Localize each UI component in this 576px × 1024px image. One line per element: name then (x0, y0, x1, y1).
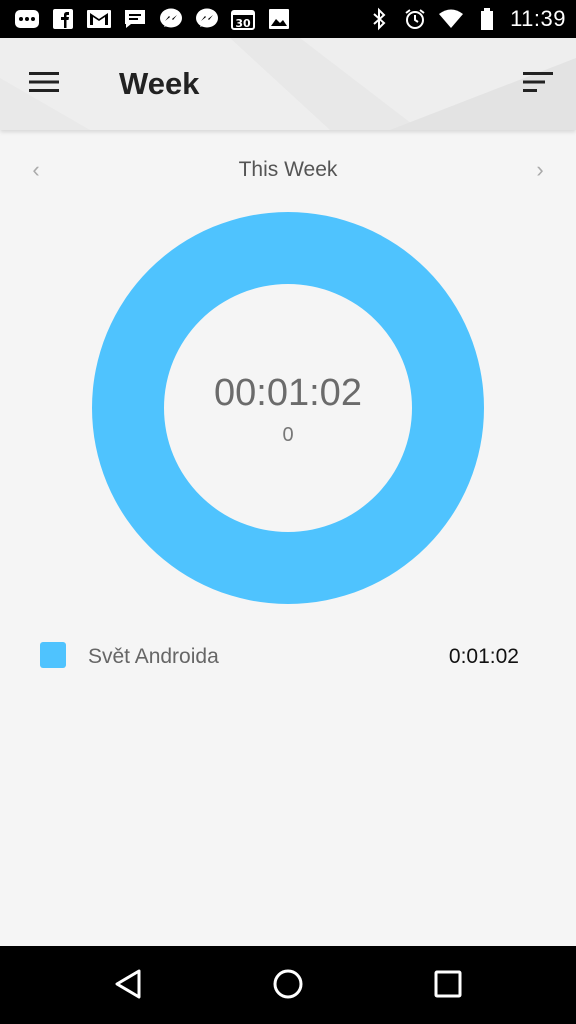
bluetooth-icon (366, 7, 392, 31)
status-bar: 30 11:39 (0, 0, 576, 38)
home-icon (272, 968, 304, 1005)
page-title: Week (119, 66, 200, 101)
legend-app-time: 0:01:02 (448, 645, 519, 668)
messages-icon (122, 7, 148, 31)
facebook-icon (50, 7, 76, 31)
system-navigation-bar (0, 946, 576, 1024)
svg-text:30: 30 (235, 17, 251, 30)
period-label: This Week (238, 158, 338, 181)
messenger-icon-2 (194, 7, 220, 31)
total-time: 00:01:02 (214, 372, 362, 414)
app-bar-background-pattern (0, 38, 576, 130)
menu-button[interactable] (22, 62, 66, 106)
back-button[interactable] (108, 966, 148, 1006)
notification-icons: 30 (14, 7, 292, 31)
sort-button[interactable] (516, 62, 560, 106)
more-icon (14, 7, 40, 31)
messenger-icon (158, 7, 184, 31)
next-period-button[interactable]: › (526, 156, 554, 184)
home-button[interactable] (268, 966, 308, 1006)
recents-button[interactable] (428, 966, 468, 1006)
clock: 11:39 (510, 6, 566, 31)
period-navigation: ‹ This Week › (0, 150, 576, 194)
sort-icon (523, 71, 553, 98)
back-icon (113, 968, 143, 1005)
hamburger-menu-icon (29, 71, 59, 98)
recents-icon (434, 970, 462, 1003)
battery-icon (474, 7, 500, 31)
system-icons: 11:39 (366, 6, 566, 32)
legend-app-name: Svět Androida (88, 645, 219, 668)
wifi-icon (438, 7, 464, 31)
total-count: 0 (282, 424, 294, 446)
calendar-icon: 30 (230, 7, 256, 31)
legend-color-swatch (40, 642, 66, 668)
legend-item[interactable]: Svět Androida 0:01:02 (0, 634, 576, 678)
gmail-icon (86, 7, 112, 31)
gallery-icon (266, 7, 292, 31)
app-bar: Week (0, 38, 576, 130)
chevron-right-icon: › (536, 157, 544, 182)
alarm-icon (402, 7, 428, 31)
